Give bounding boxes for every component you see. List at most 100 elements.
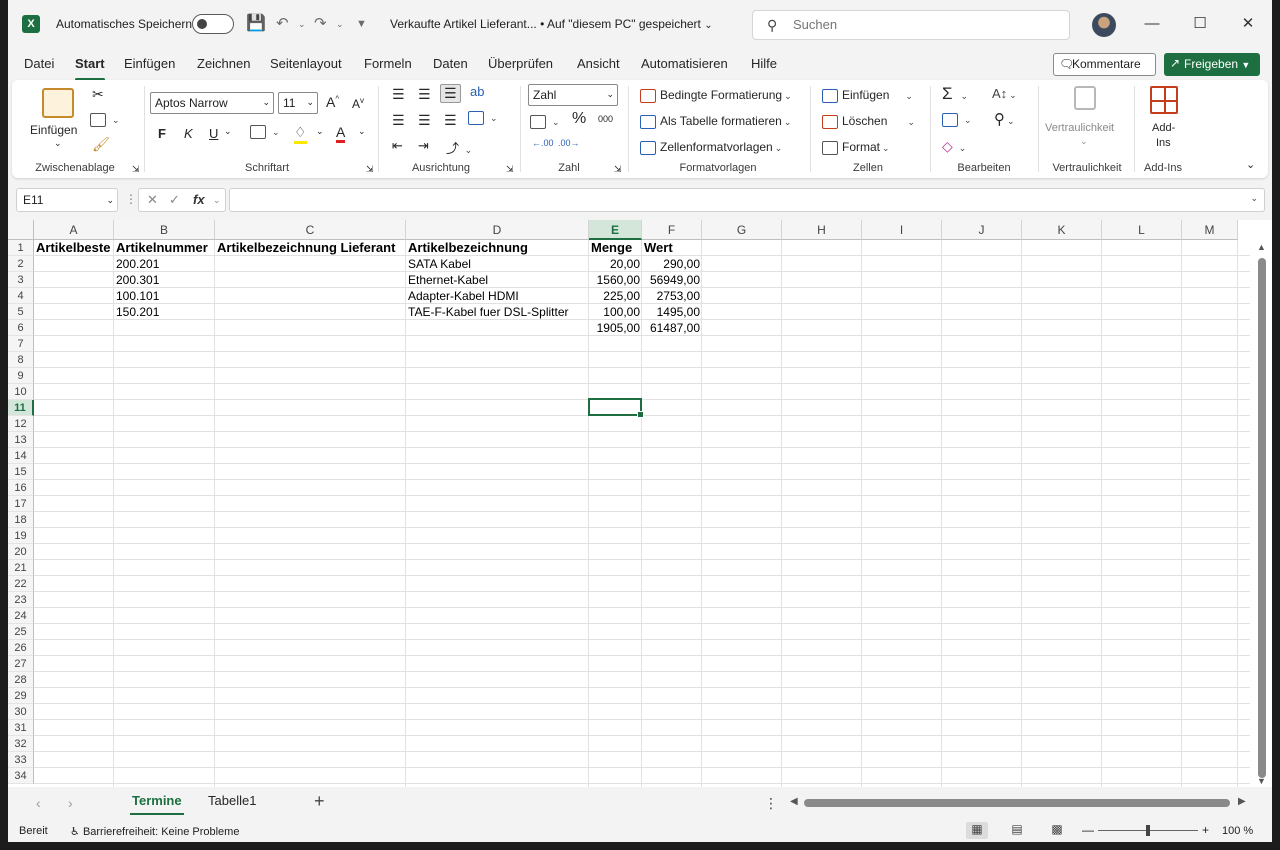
- data-cell[interactable]: 150.201: [114, 304, 215, 320]
- copy-icon[interactable]: ⌄: [90, 112, 120, 127]
- customize-qat-icon[interactable]: ▼: [356, 14, 367, 34]
- column-header-g[interactable]: G: [702, 220, 782, 240]
- alignment-launcher-icon[interactable]: ⇲: [506, 164, 514, 175]
- row-header-20[interactable]: 20: [8, 544, 34, 560]
- data-cell[interactable]: 100.101: [114, 288, 215, 304]
- scroll-down-icon[interactable]: ▼: [1257, 776, 1266, 786]
- normal-view-icon[interactable]: ▦: [966, 822, 988, 839]
- fill-color-icon[interactable]: ♢: [294, 124, 307, 144]
- column-title-cell[interactable]: Artikelbeste: [34, 240, 114, 256]
- grow-font-icon[interactable]: A^: [326, 94, 339, 110]
- minimize-icon[interactable]: —: [1140, 12, 1164, 36]
- row-header-12[interactable]: 12: [8, 416, 34, 432]
- cancel-icon[interactable]: ✕: [147, 192, 158, 208]
- format-painter-icon[interactable]: 🖌: [92, 136, 110, 153]
- row-header-24[interactable]: 24: [8, 608, 34, 624]
- tab-seitenlayout[interactable]: Seitenlayout: [270, 56, 342, 71]
- column-title-cell[interactable]: Wert: [642, 240, 702, 256]
- font-name-combo[interactable]: Aptos Narrow ⌄: [150, 92, 274, 114]
- data-cell[interactable]: 100,00: [589, 304, 642, 320]
- row-header-34[interactable]: 34: [8, 768, 34, 784]
- increase-decimal-icon[interactable]: ←.00: [532, 138, 554, 148]
- paste-icon[interactable]: [42, 88, 74, 118]
- underline-button[interactable]: U: [209, 126, 218, 141]
- addins-button-line1[interactable]: Add-: [1152, 122, 1175, 134]
- avatar[interactable]: [1092, 13, 1116, 37]
- accessibility-status[interactable]: ♿ Barrierefreiheit: Keine Probleme: [70, 825, 239, 838]
- insert-function-icon[interactable]: fx: [193, 192, 205, 207]
- column-header-l[interactable]: L: [1102, 220, 1182, 240]
- data-cell[interactable]: Ethernet-Kabel: [406, 272, 589, 288]
- ribbon-collapse-icon[interactable]: ⌄: [1246, 158, 1255, 171]
- zoom-in-icon[interactable]: +: [1202, 823, 1209, 837]
- column-header-e[interactable]: E: [589, 220, 642, 240]
- row-header-15[interactable]: 15: [8, 464, 34, 480]
- row-header-30[interactable]: 30: [8, 704, 34, 720]
- spreadsheet-grid[interactable]: A B C D E F G H I J K L M 1 2 3 4 5 6 7 8 9 10 11 12 13 14 15 16 17 18…: [8, 220, 1272, 787]
- scroll-left-icon[interactable]: ◀: [790, 796, 798, 807]
- align-center-icon[interactable]: ☰: [418, 112, 431, 129]
- active-cell-selection[interactable]: [588, 398, 644, 418]
- comments-button[interactable]: 🗨 Kommentare: [1053, 53, 1156, 76]
- increase-indent-icon[interactable]: ⇥: [418, 138, 429, 154]
- tab-datei[interactable]: Datei: [24, 56, 54, 71]
- cut-icon[interactable]: ✂: [92, 86, 104, 103]
- row-header-25[interactable]: 25: [8, 624, 34, 640]
- row-header-8[interactable]: 8: [8, 352, 34, 368]
- autosave-toggle[interactable]: [192, 14, 234, 34]
- add-sheet-icon[interactable]: +: [314, 791, 325, 812]
- column-header-j[interactable]: J: [942, 220, 1022, 240]
- tab-daten[interactable]: Daten: [433, 56, 468, 71]
- zoom-out-icon[interactable]: —: [1082, 823, 1094, 837]
- data-cell[interactable]: 200.301: [114, 272, 215, 288]
- redo-icon[interactable]: ↷: [314, 14, 327, 34]
- row-header-23[interactable]: 23: [8, 592, 34, 608]
- cell-styles-button[interactable]: Zellenformatvorlagen ⌄: [640, 140, 782, 155]
- align-bottom-icon[interactable]: ☰: [440, 84, 461, 103]
- search-box[interactable]: ⚲: [752, 10, 1070, 40]
- column-title-cell[interactable]: Artikelbezeichnung Lieferant: [215, 240, 406, 256]
- row-header-13[interactable]: 13: [8, 432, 34, 448]
- sheet-tab-termine[interactable]: Termine: [130, 793, 184, 815]
- share-button[interactable]: ↗ Freigeben ▼: [1164, 53, 1260, 76]
- row-header-11[interactable]: 11: [8, 400, 34, 416]
- fill-icon[interactable]: ⌄: [942, 112, 972, 127]
- currency-icon[interactable]: ⌄: [530, 114, 560, 129]
- search-input[interactable]: [793, 17, 1053, 32]
- font-color-dropdown-icon[interactable]: ⌄: [358, 126, 366, 137]
- row-header-10[interactable]: 10: [8, 384, 34, 400]
- paste-button[interactable]: Einfügen: [30, 123, 77, 137]
- data-cell[interactable]: 56949,00: [642, 272, 702, 288]
- number-launcher-icon[interactable]: ⇲: [614, 164, 622, 175]
- tab-ansicht[interactable]: Ansicht: [577, 56, 620, 71]
- format-as-table-button[interactable]: Als Tabelle formatieren ⌄: [640, 114, 791, 129]
- row-header-18[interactable]: 18: [8, 512, 34, 528]
- align-middle-icon[interactable]: ☰: [418, 86, 431, 103]
- addins-icon[interactable]: [1150, 86, 1178, 114]
- enter-icon[interactable]: ✓: [169, 192, 180, 208]
- column-header-k[interactable]: K: [1022, 220, 1102, 240]
- find-select-icon[interactable]: ⚲ ⌄: [994, 110, 1015, 128]
- row-header-26[interactable]: 26: [8, 640, 34, 656]
- column-header-h[interactable]: H: [782, 220, 862, 240]
- data-cell[interactable]: 1905,00: [589, 320, 642, 336]
- page-layout-view-icon[interactable]: ▤: [1006, 822, 1028, 839]
- column-header-b[interactable]: B: [114, 220, 215, 240]
- clipboard-launcher-icon[interactable]: ⇲: [132, 164, 140, 175]
- row-header-1[interactable]: 1: [8, 240, 34, 256]
- redo-dropdown-icon[interactable]: ⌄: [336, 14, 344, 34]
- shrink-font-icon[interactable]: Av: [352, 96, 364, 111]
- decrease-indent-icon[interactable]: ⇤: [392, 138, 403, 154]
- underline-dropdown-icon[interactable]: ⌄: [224, 126, 232, 137]
- page-break-view-icon[interactable]: ▩: [1046, 822, 1068, 839]
- sort-filter-icon[interactable]: A↕ ⌄: [992, 86, 1017, 101]
- data-cell[interactable]: 1560,00: [589, 272, 642, 288]
- vertical-scrollbar[interactable]: ▲ ▼: [1252, 240, 1272, 787]
- scroll-up-icon[interactable]: ▲: [1257, 242, 1266, 252]
- addins-button-line2[interactable]: Ins: [1156, 137, 1171, 149]
- fill-color-dropdown-icon[interactable]: ⌄: [316, 126, 324, 137]
- borders-icon[interactable]: ⌄: [250, 124, 280, 139]
- italic-button[interactable]: K: [184, 126, 193, 141]
- row-header-2[interactable]: 2: [8, 256, 34, 272]
- thousands-separator-icon[interactable]: 000: [598, 114, 613, 124]
